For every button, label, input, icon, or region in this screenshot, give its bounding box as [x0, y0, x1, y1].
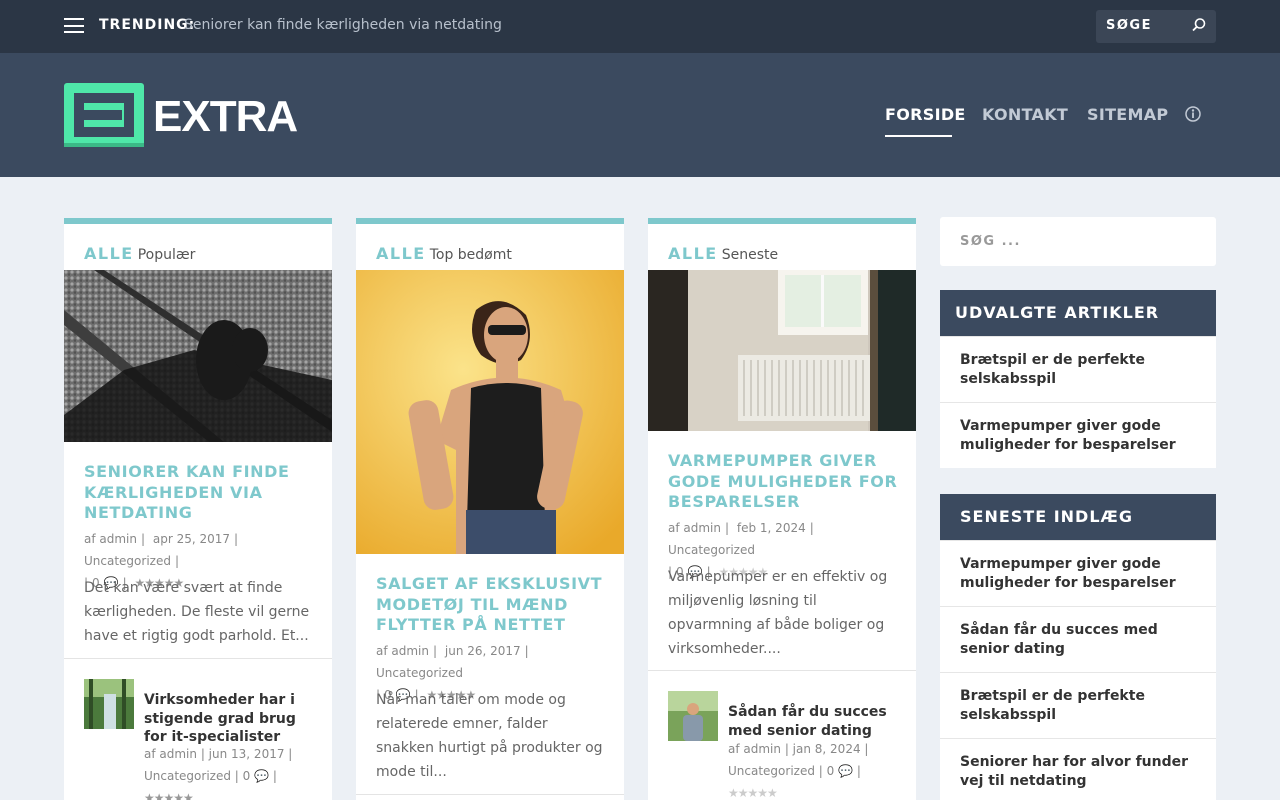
related-rating-stars: ★★★★★ — [144, 791, 194, 800]
nav-active-indicator — [885, 135, 952, 137]
related-rating-stars: ★★★★★ — [728, 786, 778, 800]
post-card-top-rated: ALLE Top bedømt SALGET AF EKSKLUSIVT MODE… — [356, 218, 624, 800]
related-category[interactable]: Uncategorized — [728, 764, 815, 778]
menu-icon[interactable] — [64, 18, 84, 33]
related-title[interactable]: Sådan får du succes med senior dating — [728, 703, 898, 740]
recent-item[interactable]: Seniorer har for alvor funder vej til ne… — [940, 738, 1216, 800]
extra-logo[interactable]: EXTRA — [64, 83, 304, 147]
tab-all-label: ALLE — [376, 244, 426, 263]
related-title[interactable]: Virksomheder har i stigende grad brug fo… — [144, 691, 314, 747]
card-tab[interactable]: ALLE Populær — [84, 244, 195, 263]
featured-articles-widget: UDVALGTE ARTIKLER Brætspil er de perfekt… — [940, 290, 1216, 468]
tab-name: Seneste — [721, 247, 779, 263]
related-date: jan 8, 2024 — [792, 742, 861, 756]
recent-posts-widget: SENESTE INDLÆG Varmepumper giver gode mu… — [940, 494, 1216, 800]
post-category[interactable]: Uncategorized — [668, 543, 755, 557]
related-thumb-forest[interactable] — [84, 679, 134, 729]
accessibility-icon[interactable] — [1185, 106, 1201, 122]
post-title[interactable]: VARMEPUMPER GIVER GODE MULIGHEDER FOR BE… — [668, 451, 903, 513]
related-author[interactable]: af admin — [728, 742, 781, 756]
post-category[interactable]: Uncategorized — [84, 554, 171, 568]
post-author[interactable]: af admin — [376, 644, 429, 658]
post-date: feb 1, 2024 — [736, 521, 806, 535]
post-image-fashion-man[interactable] — [356, 270, 624, 554]
divider — [648, 670, 916, 671]
post-author[interactable]: af admin — [84, 532, 137, 546]
top-bar: TRENDING: Seniorer kan finde kærligheden… — [0, 0, 1280, 53]
post-excerpt: Når man taler om mode og relaterede emne… — [376, 692, 603, 780]
trending-label: TRENDING: — [99, 17, 196, 33]
related-comments[interactable]: 0 — [827, 764, 835, 778]
related-thumb-senior-man[interactable] — [668, 691, 718, 741]
featured-item[interactable]: Varmepumper giver gode muligheder for be… — [940, 402, 1216, 468]
post-category[interactable]: Uncategorized — [376, 666, 463, 680]
recent-item[interactable]: Varmepumper giver gode muligheder for be… — [940, 540, 1216, 606]
nav-sitemap[interactable]: SITEMAP — [1087, 105, 1168, 124]
recent-item[interactable]: Brætspil er de perfekte selskabsspil — [940, 672, 1216, 738]
post-card-latest: ALLE Seneste VARMEPUMPER GIVER GODE MULIG… — [648, 218, 916, 800]
related-author[interactable]: af admin — [144, 747, 197, 761]
related-meta: af admin | jun 13, 2017 | Uncategorized … — [144, 743, 324, 800]
related-comments[interactable]: 0 — [243, 769, 251, 783]
related-category[interactable]: Uncategorized — [144, 769, 231, 783]
trending-link[interactable]: Seniorer kan finde kærligheden via netda… — [184, 17, 502, 33]
nav-kontakt[interactable]: KONTAKT — [982, 105, 1068, 124]
svg-text:EXTRA: EXTRA — [153, 92, 297, 141]
post-excerpt: Varmepumper er en effektiv og miljøvenli… — [668, 569, 888, 657]
post-image-radiator[interactable] — [648, 270, 916, 431]
nav-forside[interactable]: FORSIDE — [885, 105, 966, 124]
related-date: jun 13, 2017 — [208, 747, 285, 761]
post-title[interactable]: SALGET AF EKSKLUSIVT MODETØJ TIL MÆND FL… — [376, 574, 611, 636]
sidebar-search-placeholder: SØG ... — [960, 234, 1021, 249]
post-image-couple-shadow[interactable] — [64, 270, 332, 442]
post-excerpt: Det kan være svært at finde kærligheden.… — [84, 580, 310, 644]
tab-name: Top bedømt — [429, 247, 512, 263]
divider — [64, 658, 332, 659]
post-card-popular: ALLE Populær SENIORER KAN FINDE KÆRLIGHED… — [64, 218, 332, 800]
post-title[interactable]: SENIORER KAN FINDE KÆRLIGHEDEN VIA NETDA… — [84, 462, 319, 524]
widget-heading: UDVALGTE ARTIKLER — [940, 290, 1216, 336]
top-search-field[interactable]: SØGE — [1096, 10, 1216, 43]
divider — [356, 794, 624, 795]
post-author[interactable]: af admin — [668, 521, 721, 535]
tab-all-label: ALLE — [84, 244, 134, 263]
tab-name: Populær — [137, 247, 196, 263]
sidebar-search-input[interactable]: SØG ... — [940, 217, 1216, 266]
related-meta: af admin | jan 8, 2024 | Uncategorized |… — [728, 742, 869, 800]
widget-heading: SENESTE INDLÆG — [940, 494, 1216, 540]
recent-item[interactable]: Sådan får du succes med senior dating — [940, 606, 1216, 672]
post-date: apr 25, 2017 — [152, 532, 231, 546]
site-header: EXTRA FORSIDE KONTAKT SITEMAP — [0, 53, 1280, 177]
card-tab[interactable]: ALLE Top bedømt — [376, 244, 512, 263]
featured-item[interactable]: Brætspil er de perfekte selskabsspil — [940, 336, 1216, 402]
post-date: jun 26, 2017 — [444, 644, 521, 658]
search-icon[interactable] — [1190, 16, 1208, 34]
tab-all-label: ALLE — [668, 244, 718, 263]
top-search-placeholder: SØGE — [1106, 18, 1152, 33]
card-tab[interactable]: ALLE Seneste — [668, 244, 778, 263]
